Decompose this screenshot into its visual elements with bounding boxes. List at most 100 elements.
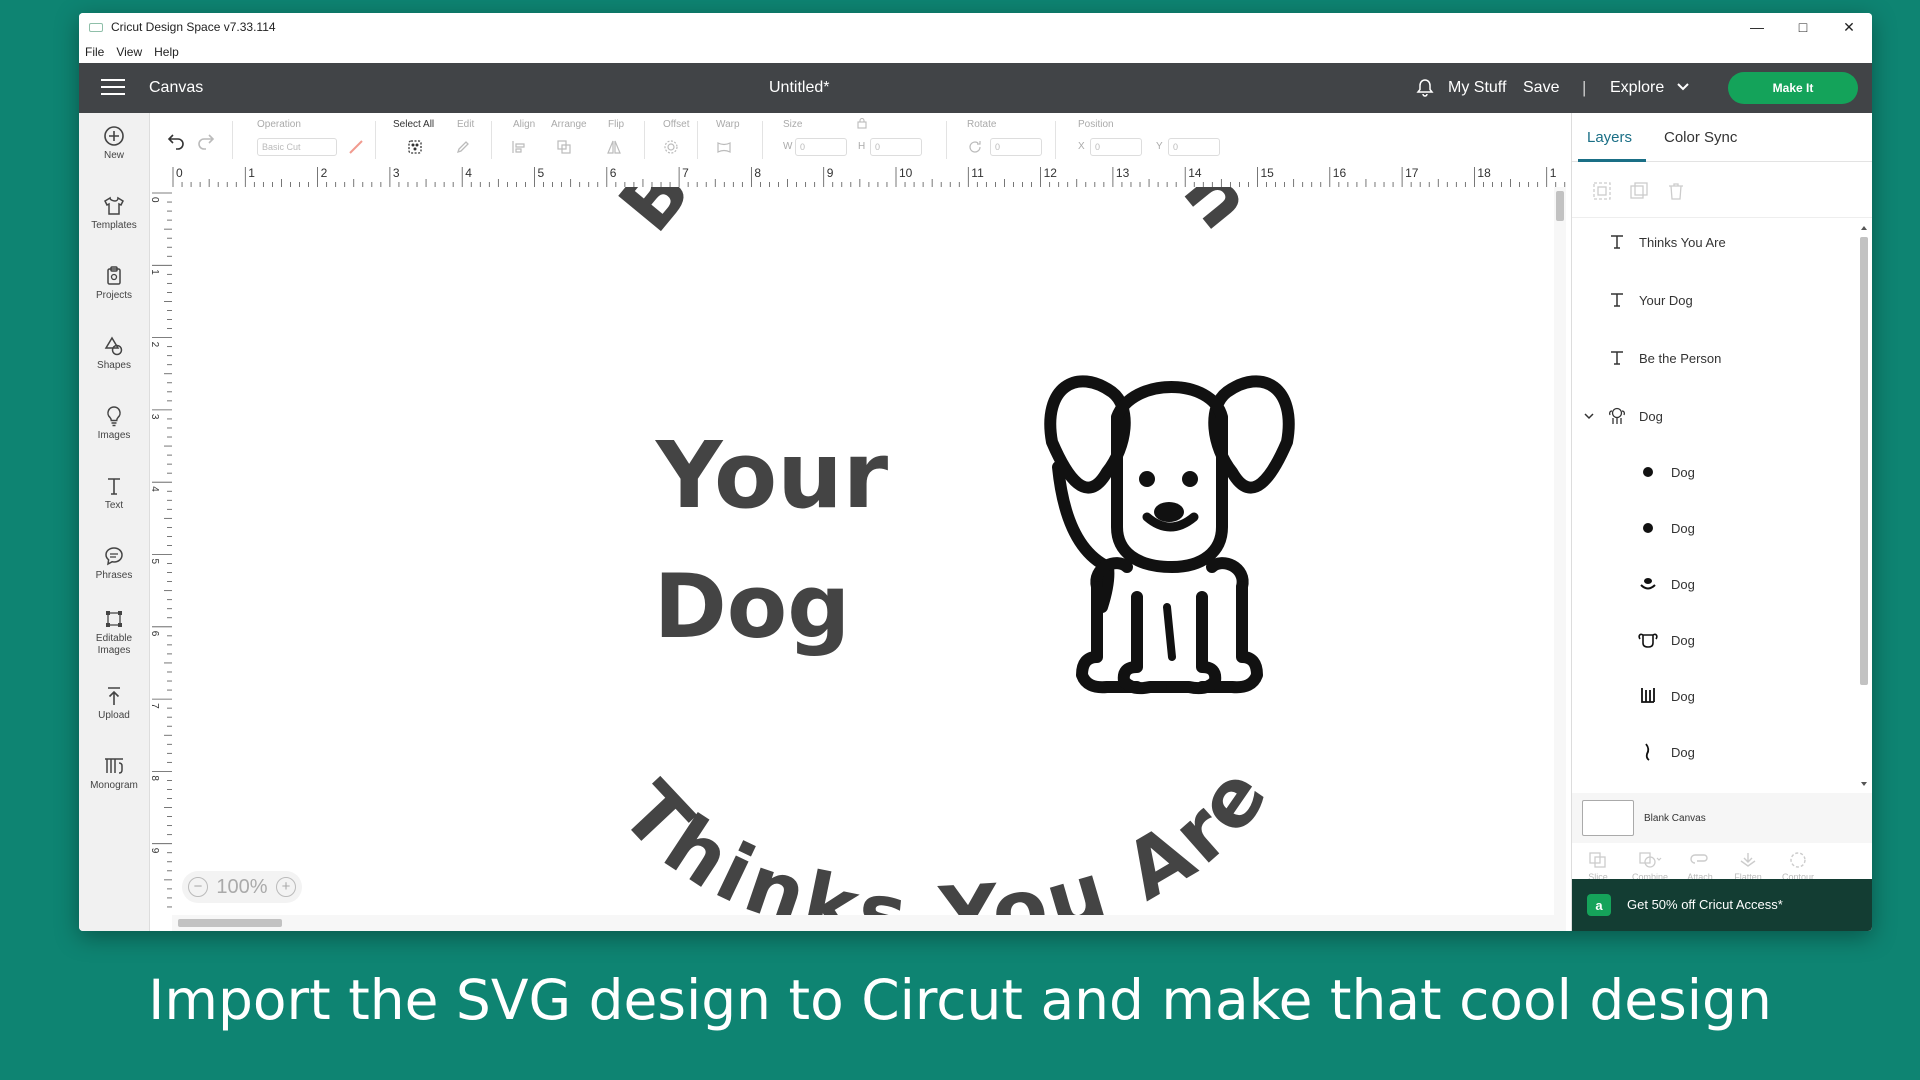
select-all-icon[interactable] (407, 139, 423, 155)
tab-layers[interactable]: Layers (1587, 129, 1632, 146)
dog-illustration[interactable] (1044, 375, 1295, 695)
zoom-in-icon[interactable]: + (276, 877, 296, 897)
chevron-down-icon[interactable] (1582, 405, 1596, 427)
y-input[interactable]: 0 (1168, 138, 1220, 156)
blank-canvas-label: Blank Canvas (1644, 813, 1706, 824)
my-stuff-link[interactable]: My Stuff (1448, 79, 1506, 97)
zoom-control: − 100% + (182, 871, 302, 903)
arc-top-text[interactable]: Be the Person (602, 187, 1273, 248)
canvas-horizontal-scrollbar[interactable] (172, 915, 1566, 931)
dog-text[interactable]: Dog (654, 555, 851, 658)
maximize-button[interactable]: □ (1780, 13, 1826, 41)
design-canvas[interactable]: Be the Person Your Dog Thinks You Are (172, 187, 1632, 915)
document-title[interactable]: Untitled* (769, 79, 829, 97)
layer-be-the-person[interactable]: Be the Person (1572, 338, 1854, 378)
explore-menu[interactable]: Explore (1610, 79, 1664, 97)
layers-scrollbar[interactable] (1858, 223, 1870, 789)
canvas-vertical-scrollbar[interactable] (1554, 187, 1566, 931)
ruler-left-label: 2 (150, 342, 160, 348)
align-icon[interactable] (511, 139, 527, 155)
combine-button[interactable]: Combine (1628, 851, 1672, 882)
your-text[interactable]: Your (655, 422, 889, 529)
hamburger-menu-icon[interactable] (101, 79, 125, 97)
menu-help[interactable]: Help (154, 45, 179, 59)
title-bar: Cricut Design Space v7.33.114 — □ ✕ (79, 13, 1872, 41)
layer-dog-tail[interactable]: Dog (1572, 732, 1854, 772)
edit-pencil-icon[interactable] (455, 139, 471, 155)
x-input[interactable]: 0 (1090, 138, 1142, 156)
ruler-top-label: 0 (176, 166, 183, 180)
menu-view[interactable]: View (116, 45, 142, 59)
zoom-out-icon[interactable]: − (188, 877, 208, 897)
images-button[interactable]: Images (79, 405, 149, 442)
layer-dog-mouth[interactable]: Dog (1572, 564, 1854, 604)
layer-dog-eye-1[interactable]: Dog (1572, 452, 1854, 492)
layer-dog-legs[interactable]: Dog (1572, 676, 1854, 716)
lock-icon[interactable] (856, 117, 868, 129)
arc-bottom-text[interactable]: Thinks You Are (604, 747, 1288, 915)
phrases-label: Phrases (95, 570, 133, 581)
flip-icon[interactable] (606, 139, 622, 155)
blank-canvas-row[interactable]: Blank Canvas (1572, 793, 1872, 843)
text-button[interactable]: Text (79, 475, 149, 512)
ruler-top-label: 6 (610, 166, 617, 180)
rotate-icon[interactable] (967, 139, 983, 155)
height-input[interactable]: 0 (870, 138, 922, 156)
trash-icon[interactable] (1666, 181, 1686, 201)
width-input[interactable]: 0 (795, 138, 847, 156)
layer-your-dog[interactable]: Your Dog (1572, 280, 1854, 320)
undo-icon[interactable] (166, 130, 186, 150)
ruler-top-label: 1 (248, 166, 255, 180)
contour-button[interactable]: Contour (1780, 851, 1816, 882)
rotate-input[interactable]: 0 (990, 138, 1042, 156)
shapes-button[interactable]: Shapes (79, 335, 149, 372)
arrange-icon[interactable] (556, 139, 572, 155)
minimize-button[interactable]: — (1734, 13, 1780, 41)
edit-toolbar: Operation Basic Cut Select All Edit Alig… (150, 113, 1650, 166)
design-artwork[interactable]: Be the Person Your Dog Thinks You Are (172, 187, 1632, 915)
phrases-button[interactable]: Phrases (79, 545, 149, 582)
layer-dog-eye-2[interactable]: Dog (1572, 508, 1854, 548)
dog-group-icon (1606, 405, 1628, 427)
upload-label: Upload (98, 710, 130, 721)
save-button[interactable]: Save (1523, 79, 1559, 97)
operation-label: Operation (257, 119, 301, 130)
layer-thinks-you-are[interactable]: Thinks You Are (1572, 222, 1854, 262)
arrange-label: Arrange (551, 119, 587, 130)
tab-color-sync[interactable]: Color Sync (1664, 129, 1737, 146)
projects-button[interactable]: Projects (79, 265, 149, 302)
notification-bell-icon[interactable] (1415, 78, 1435, 98)
redo-icon[interactable] (196, 130, 216, 150)
group-icon[interactable] (1592, 181, 1612, 201)
ruler-left-label: 8 (150, 775, 160, 781)
dog-head-icon (1637, 629, 1659, 651)
slice-button[interactable]: Slice (1580, 851, 1616, 882)
duplicate-icon[interactable] (1629, 181, 1649, 201)
monogram-button[interactable]: Monogram (79, 755, 149, 792)
operation-select[interactable]: Basic Cut (257, 138, 337, 156)
monogram-icon (105, 758, 123, 774)
new-button[interactable]: New (79, 125, 149, 162)
templates-button[interactable]: Templates (79, 195, 149, 232)
section-title: Canvas (149, 79, 204, 96)
warp-label: Warp (716, 119, 740, 130)
pen-color-icon[interactable] (348, 139, 364, 155)
mouth-icon (1637, 573, 1659, 595)
flatten-button[interactable]: Flatten (1730, 851, 1766, 882)
cricut-access-promo[interactable]: a Get 50% off Cricut Access* (1572, 879, 1872, 931)
text-icon (1606, 347, 1628, 369)
editable-images-button[interactable]: Editable Images (79, 608, 149, 657)
menu-file[interactable]: File (85, 45, 104, 59)
make-it-button[interactable]: Make It (1728, 72, 1858, 104)
ruler-left: 0 1 2 3 4 5 6 7 8 9 (150, 187, 173, 931)
close-button[interactable]: ✕ (1826, 13, 1872, 41)
warp-icon[interactable] (716, 139, 732, 155)
chevron-down-icon[interactable] (1676, 80, 1690, 94)
offset-icon[interactable] (663, 139, 679, 155)
upload-button[interactable]: Upload (79, 685, 149, 722)
attach-button[interactable]: Attach (1682, 851, 1718, 882)
canvas-color-swatch[interactable] (1582, 800, 1634, 836)
layer-group-dog[interactable]: Dog (1572, 396, 1854, 436)
layer-dog-head[interactable]: Dog (1572, 620, 1854, 660)
ruler-top-label: 17 (1405, 166, 1419, 180)
